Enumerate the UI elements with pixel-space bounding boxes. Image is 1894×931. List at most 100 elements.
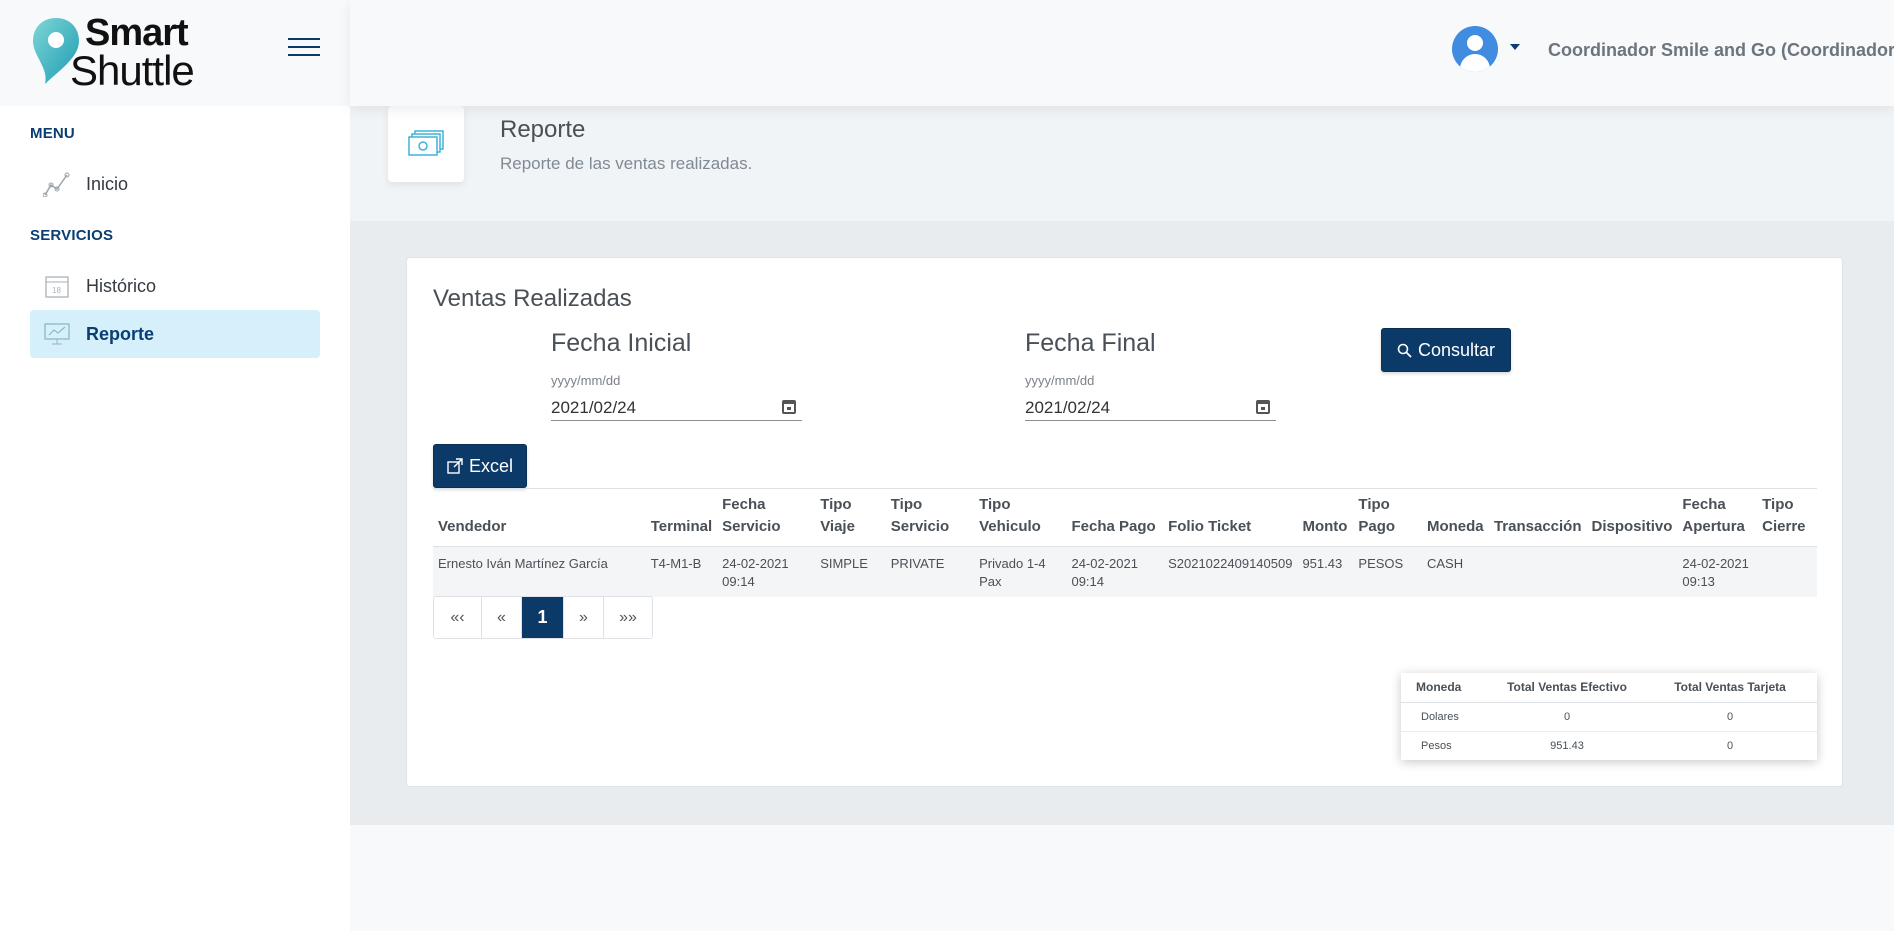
first-page-button[interactable]: «‹ [434, 597, 482, 638]
summary-panel: Moneda Total Ventas Efectivo Total Ventas … [1401, 673, 1817, 760]
table-cell: CASH [1421, 546, 1489, 597]
column-header-text: Monto [1302, 518, 1348, 535]
user-name[interactable]: Coordinador Smile and Go (Coordinador) [1548, 40, 1894, 61]
table-cell-text: Privado 1-4 [979, 556, 1046, 571]
table-cell-text: Ernesto Iván Martínez García [438, 556, 608, 571]
table-cell-text: 24-02-2021 [1682, 556, 1749, 571]
column-header: Terminal [645, 488, 718, 547]
consultar-button-label: Consultar [1417, 339, 1496, 360]
column-header-text: Folio Ticket [1168, 518, 1252, 535]
summary-header-row: Moneda Total Ventas Efectivo Total Ventas … [1401, 673, 1817, 703]
sidebar-item-inicio[interactable]: Inicio [30, 160, 320, 208]
table-cell-text: 09:14 [1071, 574, 1105, 589]
table-cell: Ernesto Iván Martínez García [433, 546, 646, 597]
table-cell [1488, 546, 1587, 597]
table-cell: Privado 1-4 Pax [974, 546, 1067, 597]
sidebar-item-historico[interactable]: 18 Histórico [30, 262, 320, 310]
table-cell: 951.43 [1297, 546, 1354, 597]
column-header-text: Dispositivo [1591, 518, 1673, 535]
column-header: Tipo Vehiculo [974, 488, 1067, 547]
column-header-text: Fecha Pago [1071, 518, 1156, 535]
column-header-text: Tipo [890, 496, 923, 513]
column-header: Fecha Servicio [717, 488, 816, 547]
current-page-button[interactable]: 1 [522, 597, 564, 638]
page-icon-box [388, 106, 464, 182]
start-date-input[interactable] [551, 391, 802, 421]
column-header: Fecha Pago [1066, 488, 1164, 547]
start-date-label: Fecha Inicial [551, 329, 692, 357]
column-header-text: Cierre [1762, 518, 1806, 535]
sidebar-item-reporte[interactable]: Reporte [30, 310, 320, 358]
sales-table: Vendedor Terminal Fecha Servicio Tipo Viaje Ti… [433, 488, 1817, 597]
column-header-text: Moneda [1426, 518, 1484, 535]
table-cell-text: S2021022409140509 [1168, 556, 1293, 571]
calendar-picker-icon[interactable] [782, 400, 796, 414]
sidebar: Smart Shuttle MENU Inicio SERVICIOS 18 H… [0, 0, 350, 931]
page-subtitle: Reporte de las ventas realizadas. [500, 154, 753, 173]
cash-icon [408, 130, 444, 156]
summary-cell: 0 [1491, 702, 1643, 732]
table-cell-text: Pax [979, 574, 1002, 589]
column-header-text: Vehiculo [979, 518, 1041, 535]
consultar-button[interactable]: Consultar [1381, 328, 1511, 372]
column-header-text: Tipo [1358, 496, 1390, 513]
summary-cell: 0 [1726, 739, 1734, 752]
brand-line-2: Shuttle [70, 47, 195, 94]
column-header: Tipo Viaje [815, 488, 886, 547]
column-header: Vendedor [433, 488, 646, 547]
page-title-band: Reporte Reporte de las ventas realizadas… [350, 106, 1894, 221]
summary-column-header: Moneda [1401, 673, 1491, 703]
table-cell-text: CASH [1426, 556, 1464, 571]
summary-cell: Pesos [1421, 739, 1452, 752]
table-cell-text: SIMPLE [820, 556, 868, 571]
summary-table: Moneda Total Ventas Efectivo Total Ventas … [1401, 673, 1817, 760]
summary-column-header: Total Ventas Efectivo [1491, 673, 1643, 703]
column-header: Monto [1297, 488, 1354, 547]
end-date-input[interactable] [1025, 391, 1276, 421]
calendar-icon: 18 [42, 271, 72, 301]
pagination: «‹ « 1 » »» [433, 596, 653, 639]
table-cell: 24-02-2021 09:14 [717, 546, 816, 597]
column-header-text: Transacción [1493, 518, 1582, 535]
summary-column-header: Total Ventas Tarjeta [1643, 673, 1817, 703]
services-section-header: SERVICIOS [30, 227, 114, 244]
column-header: Folio Ticket [1163, 488, 1298, 547]
chevron-down-icon[interactable] [1510, 44, 1520, 50]
sidebar-item-label: Reporte [86, 323, 155, 344]
column-header-text: Vendedor [438, 518, 507, 535]
column-header-text: Terminal [650, 518, 713, 535]
table-cell: PRIVATE [885, 546, 975, 597]
brand-logo[interactable]: Smart Shuttle [70, 14, 195, 94]
table-row[interactable]: Ernesto Iván Martínez García T4-M1-B 24-02… [433, 546, 1817, 597]
next-page-button[interactable]: » [564, 597, 604, 638]
table-cell [1757, 546, 1817, 597]
excel-export-button[interactable]: Excel [433, 444, 527, 488]
table-cell: S2021022409140509 [1163, 546, 1298, 597]
column-header-text: Apertura [1682, 518, 1745, 535]
last-page-button[interactable]: »» [604, 597, 652, 638]
sales-card: Ventas Realizadas Fecha Inicial yyyy/mm/… [406, 257, 1843, 787]
column-header-text: Tipo [979, 496, 1011, 513]
table-cell: 24-02-2021 09:13 [1677, 546, 1758, 597]
user-avatar-icon[interactable] [1452, 26, 1498, 72]
hamburger-menu-icon[interactable] [288, 38, 320, 60]
card-title: Ventas Realizadas [433, 285, 632, 312]
export-icon [447, 458, 463, 474]
svg-text:18: 18 [52, 286, 61, 295]
summary-cell: 0 [1643, 702, 1817, 732]
column-header: Tipo Pago [1353, 488, 1422, 547]
summary-cell: 951.43 [1550, 739, 1584, 752]
column-header: Tipo Cierre [1757, 488, 1817, 547]
column-header-text: Viaje [820, 518, 855, 535]
footer-background [350, 825, 1894, 931]
column-header: Dispositivo [1586, 488, 1678, 547]
prev-page-button[interactable]: « [482, 597, 522, 638]
summary-cell: Dolares [1401, 702, 1491, 732]
start-date-hint: yyyy/mm/dd [551, 373, 621, 388]
chart-line-icon [42, 169, 72, 199]
calendar-picker-icon[interactable] [1256, 400, 1270, 414]
end-date-label: Fecha Final [1025, 329, 1156, 357]
table-cell-text: T4-M1-B [650, 556, 702, 571]
sidebar-item-label: Inicio [86, 173, 129, 194]
excel-button-label: Excel [468, 455, 513, 476]
